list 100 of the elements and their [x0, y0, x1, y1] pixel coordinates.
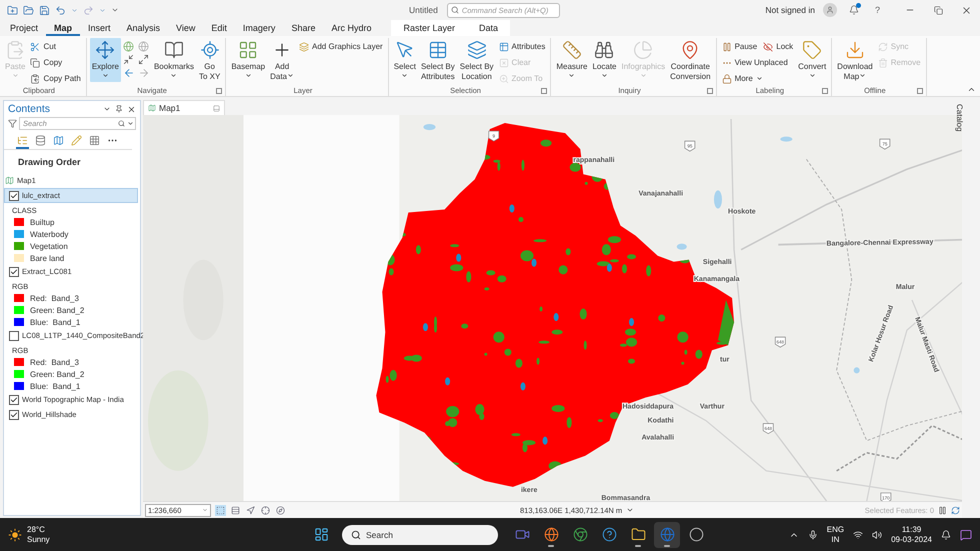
layer-checkbox[interactable] [9, 266, 19, 276]
taskbar-search-field[interactable]: Search [342, 524, 498, 544]
zoom-out-extent-button[interactable] [136, 54, 151, 65]
map-tool-button[interactable] [260, 504, 271, 516]
ribbon-button[interactable]: Basemap [229, 38, 268, 82]
region-indicator[interactable]: IN [831, 534, 840, 544]
grid-tiles-icon [238, 40, 258, 60]
download-icon [844, 40, 865, 60]
caret-icon [756, 75, 763, 82]
table-icon [428, 40, 448, 60]
layer-checkbox[interactable] [9, 330, 19, 340]
ribbon-tab[interactable]: Arc Hydro [323, 20, 380, 36]
crosshair-icon [200, 40, 220, 60]
move-arrows-icon [95, 40, 116, 60]
dialog-launcher-icon[interactable] [541, 88, 548, 94]
sun-icon [8, 528, 22, 542]
ribbon-button[interactable]: Explore [90, 38, 121, 82]
ribbon-tab[interactable]: Raster Layer [391, 20, 468, 36]
ribbon-small-button[interactable]: View Unplaced [720, 55, 790, 70]
undo-icon[interactable] [55, 4, 66, 16]
ribbon-button[interactable]: Bookmarks [152, 38, 196, 82]
view-tab[interactable] [16, 135, 29, 149]
pin-icon[interactable] [115, 105, 123, 113]
avatar-icon[interactable] [822, 3, 837, 17]
ribbon-small-button[interactable]: Copy Path [28, 71, 83, 86]
map-tool-button[interactable] [245, 504, 256, 516]
caret-icon [401, 72, 408, 78]
dialog-launcher-icon[interactable] [216, 88, 222, 94]
ribbon-tab[interactable]: Data [467, 20, 510, 36]
pane-heading: Drawing Order [17, 156, 82, 169]
folder-icon[interactable] [23, 4, 34, 16]
ribbon-button[interactable]: Coordinate Conversion [668, 38, 713, 82]
clock-time[interactable]: 11:39 [902, 524, 922, 534]
ribbon-button[interactable]: Select [392, 38, 418, 82]
speaker-icon[interactable] [872, 530, 882, 540]
wifi-icon[interactable] [853, 530, 864, 540]
folder-icon[interactable] [7, 4, 18, 16]
clock-date[interactable]: 09-03-2024 [891, 534, 932, 544]
ribbon-small-button[interactable]: Add Graphics Layer [297, 39, 385, 54]
ribbon-small-button[interactable]: Copy [28, 55, 64, 70]
map-tab[interactable]: Map1 [143, 100, 225, 115]
ribbon-button[interactable]: Go To XY [196, 38, 222, 82]
bell-icon [848, 5, 859, 15]
ribbon-button[interactable]: Locate [590, 38, 618, 82]
search-icon [118, 120, 125, 127]
dialog-launcher-icon[interactable] [822, 88, 828, 94]
ribbon-button[interactable]: Select By Attributes [418, 38, 457, 82]
ribbon-button[interactable]: Download Map [835, 38, 875, 82]
map-tool-button[interactable] [215, 504, 226, 516]
notification-button[interactable] [848, 5, 859, 15]
clipboard-icon [5, 40, 26, 60]
help-button[interactable]: ? [874, 5, 880, 15]
ribbon-tab[interactable]: Imagery [234, 20, 284, 36]
filter-icon[interactable] [8, 119, 17, 128]
ribbon-button[interactable]: Measure [554, 38, 590, 82]
sync-icon [878, 42, 888, 52]
dialog-launcher-icon[interactable] [706, 88, 713, 94]
map-tool-button[interactable] [230, 504, 241, 516]
dialog-launcher-icon[interactable] [916, 88, 923, 94]
ribbon-button[interactable]: Select By Location [458, 38, 496, 82]
globe-icon [544, 527, 558, 542]
layer-checkbox[interactable] [9, 410, 19, 420]
close-icon[interactable] [127, 104, 136, 114]
ribbon-tab[interactable]: Insert [80, 20, 119, 36]
globe-icon [123, 41, 134, 52]
ribbon-small-button[interactable]: Cut [28, 39, 58, 54]
ribbon-button[interactable]: Add Data [268, 38, 296, 82]
caret-icon[interactable] [626, 506, 634, 514]
ribbon-tab[interactable]: Analysis [118, 20, 168, 36]
selection-grid-icon [216, 506, 225, 514]
legend-label: Blue: Band_1 [30, 382, 80, 390]
check-icon [10, 268, 18, 276]
language-indicator[interactable]: ENG [826, 524, 844, 534]
ribbon-tab[interactable]: Edit [203, 20, 235, 36]
bell-icon[interactable] [941, 530, 951, 540]
layer-checkbox[interactable] [9, 394, 19, 404]
caret-icon [244, 72, 252, 78]
ribbon-small-button[interactable]: Lock [761, 39, 796, 54]
ribbon-small-button[interactable]: More [720, 71, 765, 86]
account-status[interactable]: Not signed in [765, 5, 815, 15]
ribbon-tab[interactable]: Map [46, 20, 80, 36]
save-icon[interactable] [39, 4, 50, 16]
legend-label: Vegetation [30, 242, 68, 250]
caret-icon [808, 72, 816, 78]
scissors-icon [30, 42, 40, 52]
ribbon-tab[interactable]: View [168, 20, 204, 36]
ribbon-tab[interactable]: Share [283, 20, 324, 36]
refresh-icon[interactable] [951, 506, 960, 514]
caret-icon[interactable] [103, 105, 111, 113]
microphone-icon[interactable] [808, 530, 818, 540]
ribbon-button[interactable]: Convert [796, 38, 828, 82]
arrows-in-icon [123, 54, 134, 65]
layer-checkbox[interactable] [9, 190, 19, 200]
ribbon-small-button[interactable]: Pause [720, 39, 760, 54]
ribbon-tab[interactable]: Project [2, 20, 46, 36]
ribbon-small-button[interactable]: Attributes [496, 39, 548, 54]
pause-icon[interactable] [938, 506, 947, 514]
zoom-in-extent-button[interactable] [122, 54, 136, 65]
search-icon [450, 6, 459, 14]
catalog-tab[interactable]: Catalog [924, 104, 964, 132]
